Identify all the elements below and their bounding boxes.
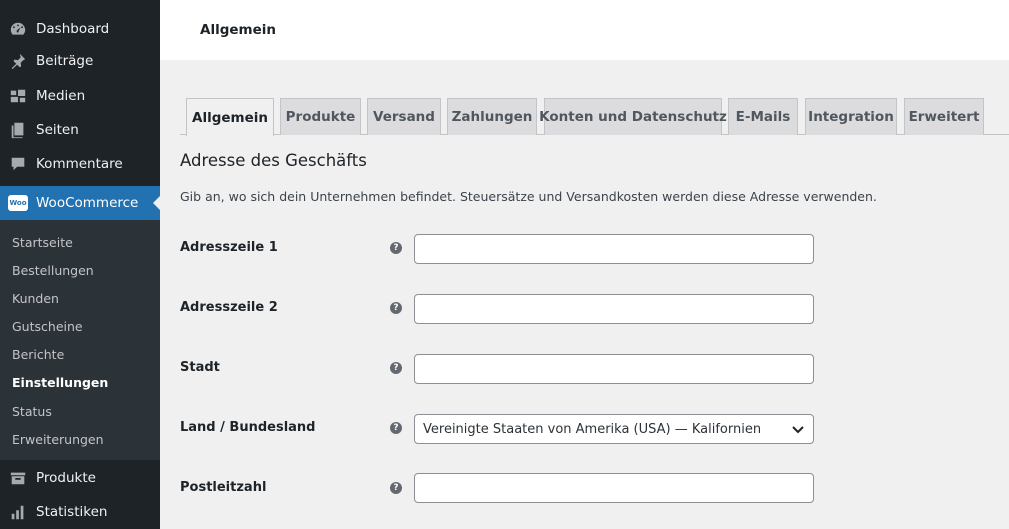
help-icon[interactable]: ? (390, 302, 402, 314)
help-icon[interactable]: ? (390, 242, 402, 254)
help-icon[interactable]: ? (390, 422, 402, 434)
dashboard-icon (8, 19, 28, 39)
menu-posts[interactable]: Beiträge (0, 44, 160, 78)
help-icon[interactable]: ? (390, 362, 402, 374)
submenu-einstellungen[interactable]: Einstellungen (12, 375, 108, 390)
menu-label: Kommentare (36, 156, 123, 172)
menu-media[interactable]: Medien (0, 79, 160, 113)
tab-versand[interactable]: Versand (367, 98, 441, 135)
menu-pages[interactable]: Seiten (0, 113, 160, 147)
menu-label: Beiträge (36, 53, 94, 69)
postcode-label: Postleitzahl (180, 480, 267, 495)
address1-input[interactable] (414, 234, 814, 264)
submenu-gutscheine[interactable]: Gutscheine (12, 319, 83, 334)
menu-label: Medien (36, 88, 86, 104)
tab-emails[interactable]: E-Mails (728, 98, 798, 135)
tab-allgemein[interactable]: Allgemein (186, 98, 274, 136)
chevron-down-icon (791, 422, 805, 436)
submenu-erweiterungen[interactable]: Erweiterungen (12, 432, 104, 447)
tab-produkte[interactable]: Produkte (280, 98, 361, 135)
menu-statistics[interactable]: Statistiken (0, 495, 160, 529)
address2-label: Adresszeile 2 (180, 300, 278, 315)
admin-sidebar: Dashboard Beiträge Medien Seiten Komment… (0, 0, 161, 529)
media-icon (8, 86, 28, 106)
menu-label: WooCommerce (36, 195, 139, 211)
comment-icon (8, 154, 28, 174)
menu-label: Statistiken (36, 504, 108, 520)
tab-integration[interactable]: Integration (805, 98, 897, 135)
address2-input[interactable] (414, 294, 814, 324)
page-title: Allgemein (200, 22, 276, 38)
submenu-kunden[interactable]: Kunden (12, 291, 59, 306)
woocommerce-icon: Woo (8, 193, 28, 213)
products-icon (8, 468, 28, 488)
country-select-value: Vereinigte Staaten von Amerika (USA) — K… (423, 421, 762, 437)
page-header: Allgemein (160, 0, 1009, 60)
menu-label: Produkte (36, 470, 96, 486)
menu-woocommerce[interactable]: Woo WooCommerce (0, 186, 161, 220)
city-input[interactable] (414, 354, 814, 384)
pin-icon (8, 51, 28, 71)
section-title: Adresse des Geschäfts (180, 151, 367, 170)
pages-icon (8, 120, 28, 140)
tab-konten-datenschutz[interactable]: Konten und Datenschutz (539, 98, 727, 135)
menu-dashboard[interactable]: Dashboard (0, 12, 160, 46)
menu-label: Dashboard (36, 21, 110, 37)
submenu-status[interactable]: Status (12, 404, 52, 419)
city-label: Stadt (180, 360, 220, 375)
menu-label: Seiten (36, 122, 79, 138)
woocommerce-submenu: Startseite Bestellungen Kunden Gutschein… (0, 220, 160, 460)
help-icon[interactable]: ? (390, 482, 402, 494)
submenu-berichte[interactable]: Berichte (12, 347, 64, 362)
postcode-input[interactable] (414, 473, 814, 503)
section-description: Gib an, wo sich dein Unternehmen befinde… (180, 189, 877, 204)
tab-zahlungen[interactable]: Zahlungen (447, 98, 537, 135)
country-select[interactable]: Vereinigte Staaten von Amerika (USA) — K… (414, 414, 814, 444)
tab-erweitert[interactable]: Erweitert (904, 98, 984, 135)
woo-badge: Woo (8, 195, 28, 211)
menu-comments[interactable]: Kommentare (0, 147, 160, 181)
menu-products[interactable]: Produkte (0, 461, 160, 495)
bar-chart-icon (8, 502, 28, 522)
address1-label: Adresszeile 1 (180, 240, 278, 255)
submenu-bestellungen[interactable]: Bestellungen (12, 263, 94, 278)
submenu-startseite[interactable]: Startseite (12, 235, 73, 250)
country-label: Land / Bundesland (180, 420, 316, 435)
